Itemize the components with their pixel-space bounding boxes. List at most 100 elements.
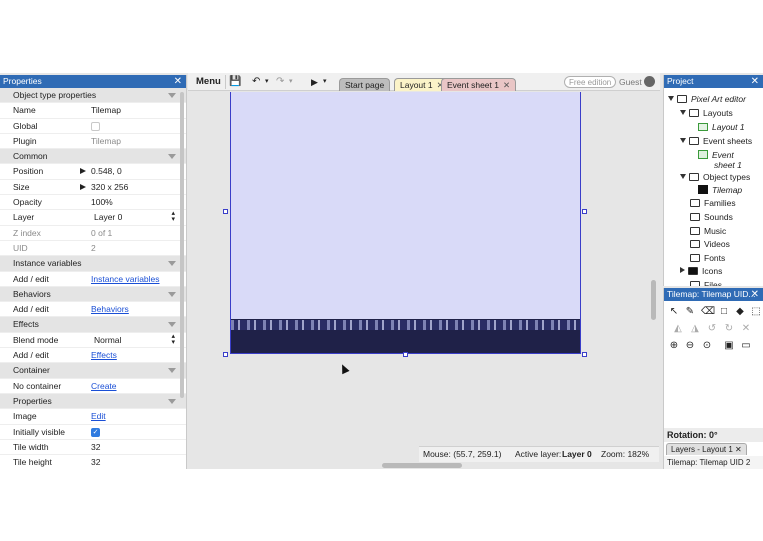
property-value[interactable]: 32 [91,440,100,455]
collapse-icon[interactable] [168,322,176,328]
save-icon[interactable]: 💾 [229,75,241,89]
rotate-ccw-icon[interactable]: ↺ [706,323,718,335]
project-tree-item[interactable]: Videos [690,238,730,251]
cursor-icon[interactable]: ↖ [668,306,680,318]
tab-layers[interactable]: Layers - Layout 1 ✕ [666,443,747,455]
collapse-icon[interactable] [168,93,176,98]
zoom-in-icon[interactable]: ⊕ [668,340,680,352]
caret-down-icon[interactable] [668,96,674,101]
tab-event-sheet-1[interactable]: Event sheet 1 ✕ [441,78,517,91]
tilemap-title-bar: Tilemap: Tilemap UID... ✕ [664,288,763,301]
zoom-out-icon[interactable]: ⊖ [684,340,696,352]
property-label: Size [13,181,30,192]
property-link[interactable]: Effects [91,348,117,363]
collapse-icon[interactable] [168,261,176,267]
resize-handle[interactable] [403,352,408,357]
project-tree-item[interactable]: Pixel Art editor [668,93,746,106]
collapse-icon[interactable] [168,154,176,160]
property-section[interactable]: Instance variables [0,256,186,272]
caret-down-icon[interactable] [680,138,686,143]
property-link[interactable]: Instance variables [91,272,160,287]
property-link[interactable]: Behaviors [91,302,129,317]
free-edition-badge[interactable]: Free edition [564,76,617,88]
expand-icon[interactable] [80,183,86,190]
tab-label: Start page [345,80,385,90]
project-tree-item[interactable]: Icons [680,265,722,278]
undo-dropdown-icon[interactable]: ▾ [265,75,269,89]
close-icon[interactable]: ✕ [174,75,182,88]
rotate-cw-icon[interactable]: ↻ [723,323,735,335]
resize-handle[interactable] [582,352,587,357]
dashed-rect-icon[interactable]: ⬚ [750,306,762,318]
property-select[interactable]: Layer 0 [94,210,122,225]
resize-handle[interactable] [223,352,228,357]
tab-start-page[interactable]: Start page [339,78,391,91]
undo-icon[interactable]: ↶ [252,75,260,89]
collapse-icon[interactable] [168,368,176,374]
resize-handle[interactable] [223,209,228,214]
property-value[interactable]: 100% [91,195,113,210]
play-dropdown-icon[interactable]: ▾ [323,75,327,89]
layers-tab-label: Layers - Layout 1 [671,445,733,454]
project-tree-item[interactable]: Files [690,279,722,286]
guest-label[interactable]: Guest [619,76,642,88]
select-arrows-icon[interactable]: ▴ ▾ [171,210,175,223]
caret-right-icon[interactable] [680,267,685,273]
project-tree-item[interactable]: Layouts [680,107,733,120]
mirror-icon[interactable]: ◭ [672,323,684,335]
close-icon[interactable]: ✕ [751,75,759,88]
collapse-icon[interactable] [168,398,176,404]
menu-button[interactable]: Menu [192,75,226,89]
property-section[interactable]: Effects [0,317,186,333]
pencil-icon[interactable]: ✎ [684,306,696,318]
play-icon[interactable]: ▶ [311,75,318,89]
save-icon[interactable]: ▣ [723,340,735,352]
project-tree-item[interactable]: Layout 1 [698,121,745,134]
project-tree-item[interactable]: Tilemap [698,184,742,197]
property-section[interactable]: Common [0,149,186,165]
tilemap-object[interactable] [231,319,580,353]
property-section[interactable]: Behaviors [0,286,186,303]
rectangle-icon[interactable]: □ [718,306,730,318]
project-tree-item[interactable]: Fonts [690,252,725,265]
select-arrows-icon[interactable]: ▴ ▾ [171,333,175,346]
clear-icon[interactable]: ✕ [740,323,752,335]
property-select[interactable]: Normal [94,333,121,348]
property-value[interactable]: 32 [91,455,100,469]
project-tree-item[interactable]: Families [690,197,736,210]
zoom-reset-icon[interactable]: ⊙ [701,340,713,352]
resize-handle[interactable] [582,209,587,214]
eraser-icon[interactable]: ⌫ [701,306,715,318]
folder-icon [689,137,699,145]
project-tree-item[interactable]: Music [690,225,726,238]
property-checkbox[interactable]: ✓ [91,427,100,437]
redo-dropdown-icon[interactable]: ▾ [289,75,293,89]
layout-area[interactable] [230,92,581,354]
property-section[interactable]: Properties [0,393,186,410]
project-tree-item[interactable]: Object types [680,171,750,184]
collapse-icon[interactable] [168,291,176,297]
property-section[interactable]: Container [0,363,186,379]
folder-icon[interactable]: ▭ [740,340,752,352]
close-icon[interactable]: ✕ [751,288,759,301]
property-checkbox[interactable] [91,121,100,131]
close-icon[interactable]: ✕ [503,80,510,90]
property-link[interactable]: Create [91,379,117,394]
layout-canvas[interactable] [188,92,658,458]
canvas-horizontal-scrollbar[interactable] [382,463,462,468]
expand-icon[interactable] [80,168,86,175]
property-value[interactable]: Tilemap [91,103,121,118]
property-link[interactable]: Edit [91,409,106,424]
close-icon[interactable]: ✕ [735,445,742,454]
fill-icon[interactable]: ◆ [734,306,746,318]
properties-scrollbar[interactable] [180,92,184,398]
redo-icon[interactable]: ↷ [276,75,284,89]
project-tree-item[interactable]: Sounds [690,211,733,224]
property-section[interactable]: Object type properties [0,88,186,104]
flip-icon[interactable]: ◮ [689,323,701,335]
caret-down-icon[interactable] [680,174,686,179]
user-icon[interactable] [644,76,655,87]
canvas-scrollbar[interactable] [651,280,656,320]
project-tree-item[interactable]: Event sheets [680,135,752,148]
caret-down-icon[interactable] [680,110,686,115]
